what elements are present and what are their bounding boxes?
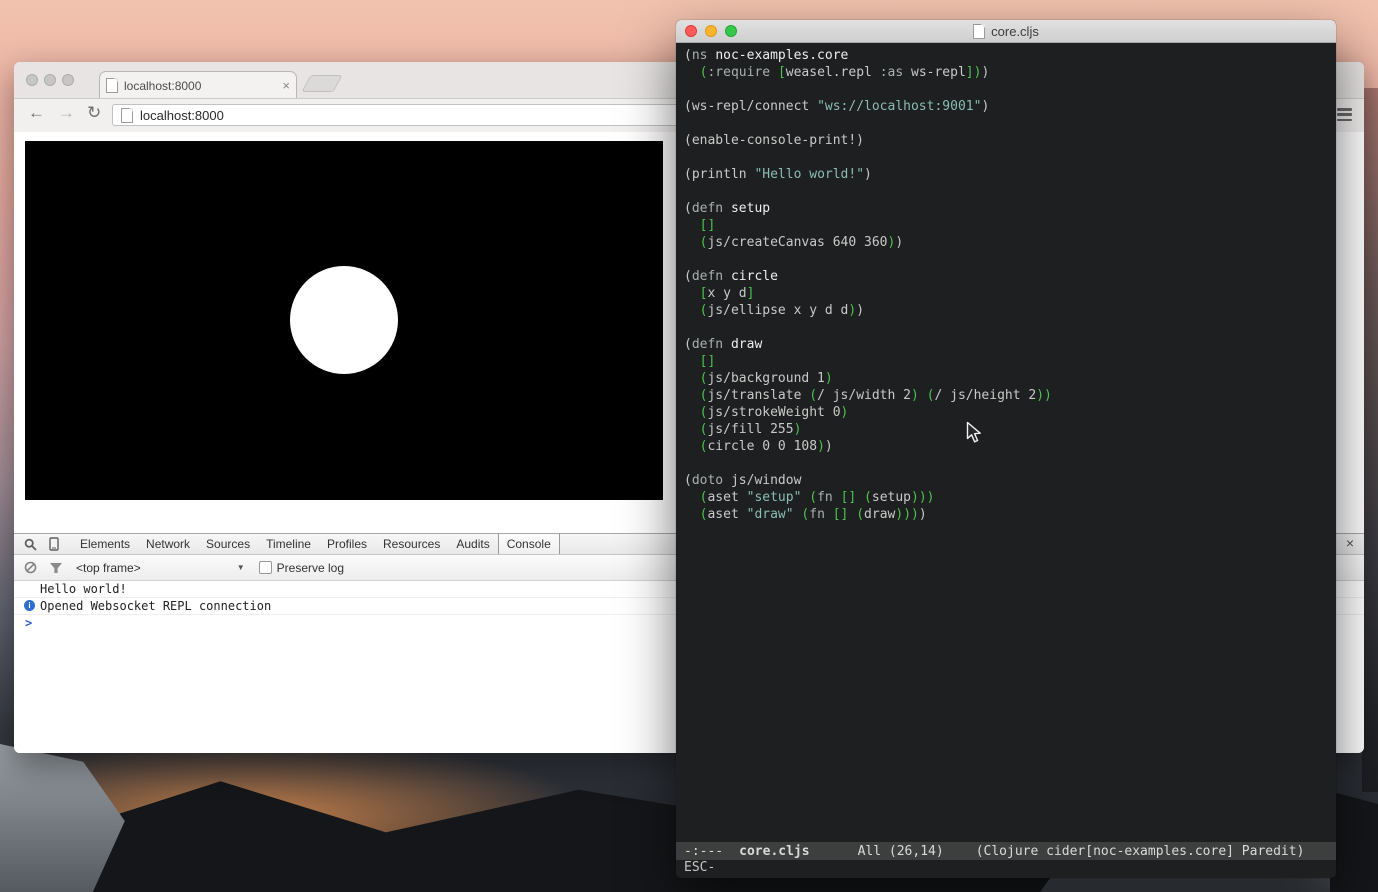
code-line: [] — [699, 354, 716, 369]
reload-icon[interactable]: ↻ — [87, 103, 101, 123]
browser-minimize-button[interactable] — [44, 74, 56, 86]
console-log-text: Hello world! — [40, 582, 127, 596]
preserve-log-checkbox[interactable] — [258, 561, 272, 574]
devtools-close-icon[interactable]: × — [1346, 536, 1354, 550]
code-lines[interactable]: (ns noc-examples.core (:require [weasel.… — [676, 43, 1336, 842]
code-line: [x y d] — [699, 286, 755, 301]
frame-selector[interactable]: <top frame> — [76, 561, 141, 575]
editor-zoom-button[interactable] — [725, 25, 737, 37]
code-line: (circle 0 0 108)) — [699, 439, 833, 454]
browser-close-button[interactable] — [26, 74, 38, 86]
editor-window-title: core.cljs — [991, 23, 1039, 39]
code-line: (js/strokeWeight 0) — [699, 405, 849, 420]
drawn-white-circle — [290, 266, 398, 374]
modeline-buffer-name: core.cljs — [739, 843, 810, 859]
chrome-menu-icon[interactable] — [1337, 108, 1352, 121]
clear-console-icon[interactable] — [22, 560, 38, 576]
code-line: (js/translate (/ js/width 2) (/ js/heigh… — [699, 388, 1052, 403]
code-line: (ws-repl/connect "ws://localhost:9001") — [684, 99, 990, 114]
code-line: (aset "setup" (fn [] (setup))) — [699, 490, 935, 505]
modeline-flags: -:--- — [684, 843, 724, 859]
devtools-tab-console[interactable]: Console — [497, 534, 560, 554]
url-page-icon — [121, 107, 133, 123]
code-line: (defn circle — [684, 269, 778, 284]
code-line: (enable-console-print!) — [684, 133, 865, 148]
devtools-tab-timeline[interactable]: Timeline — [258, 534, 319, 554]
devtools-tab-resources[interactable]: Resources — [375, 534, 448, 554]
device-mode-icon[interactable] — [46, 536, 62, 552]
inspect-element-icon[interactable] — [22, 536, 38, 552]
browser-tab[interactable]: localhost:8000 × — [99, 71, 297, 99]
forward-icon[interactable]: → — [58, 103, 75, 123]
frame-dropdown-icon[interactable]: ▼ — [237, 563, 245, 572]
code-line: (doto js/window — [684, 473, 802, 488]
editor-window: core.cljs (ns noc-examples.core (:requir… — [676, 20, 1336, 878]
code-line: (println "Hello world!") — [684, 167, 872, 182]
p5-canvas — [25, 141, 663, 500]
devtools-tab-audits[interactable]: Audits — [448, 534, 497, 554]
tab-favicon-page-icon — [106, 78, 118, 93]
devtools-tab-profiles[interactable]: Profiles — [319, 534, 375, 554]
info-icon: i — [24, 600, 35, 611]
editor-minimize-button[interactable] — [705, 25, 717, 37]
editor-echo-area[interactable]: ESC- — [676, 860, 1336, 878]
tab-close-icon[interactable]: × — [282, 79, 290, 92]
modeline-modes: (Clojure cider[noc-examples.core] Paredi… — [975, 843, 1305, 859]
console-info-text: Opened Websocket REPL connection — [40, 599, 272, 613]
devtools-tab-sources[interactable]: Sources — [198, 534, 258, 554]
mouse-cursor-icon — [966, 421, 981, 443]
devtools-tab-elements[interactable]: Elements — [72, 534, 138, 554]
preserve-log-label: Preserve log — [276, 560, 345, 575]
code-line: (js/fill 255) — [699, 422, 802, 437]
code-line: (js/createCanvas 640 360)) — [699, 235, 904, 250]
modeline-position: All (26,14) — [857, 843, 944, 859]
wallpaper-right-cliff — [1362, 88, 1378, 792]
code-line: (js/background 1) — [699, 371, 833, 386]
prompt-chevron-icon: > — [25, 616, 33, 630]
browser-zoom-button[interactable] — [62, 74, 74, 86]
code-line: (defn draw — [684, 337, 763, 352]
tab-title: localhost:8000 — [124, 78, 202, 93]
url-text: localhost:8000 — [140, 107, 224, 123]
code-line: (aset "draw" (fn [] (draw)))) — [699, 507, 927, 522]
code-line: (defn setup — [684, 201, 771, 216]
editor-doc-icon — [973, 23, 986, 39]
back-icon[interactable]: ← — [28, 103, 45, 123]
filter-icon[interactable] — [48, 560, 64, 576]
code-line: (ns noc-examples.core — [684, 48, 849, 63]
editor-close-button[interactable] — [685, 25, 697, 37]
code-line: (:require [weasel.repl :as ws-repl])) — [699, 65, 990, 80]
editor-title-bar[interactable]: core.cljs — [676, 20, 1336, 43]
editor-modeline: -:--- core.cljs All (26,14) (Clojure cid… — [676, 842, 1336, 860]
devtools-tab-network[interactable]: Network — [138, 534, 198, 554]
code-line: [] — [699, 218, 716, 233]
new-tab-button[interactable] — [301, 75, 343, 92]
code-line: (js/ellipse x y d d)) — [699, 303, 865, 318]
